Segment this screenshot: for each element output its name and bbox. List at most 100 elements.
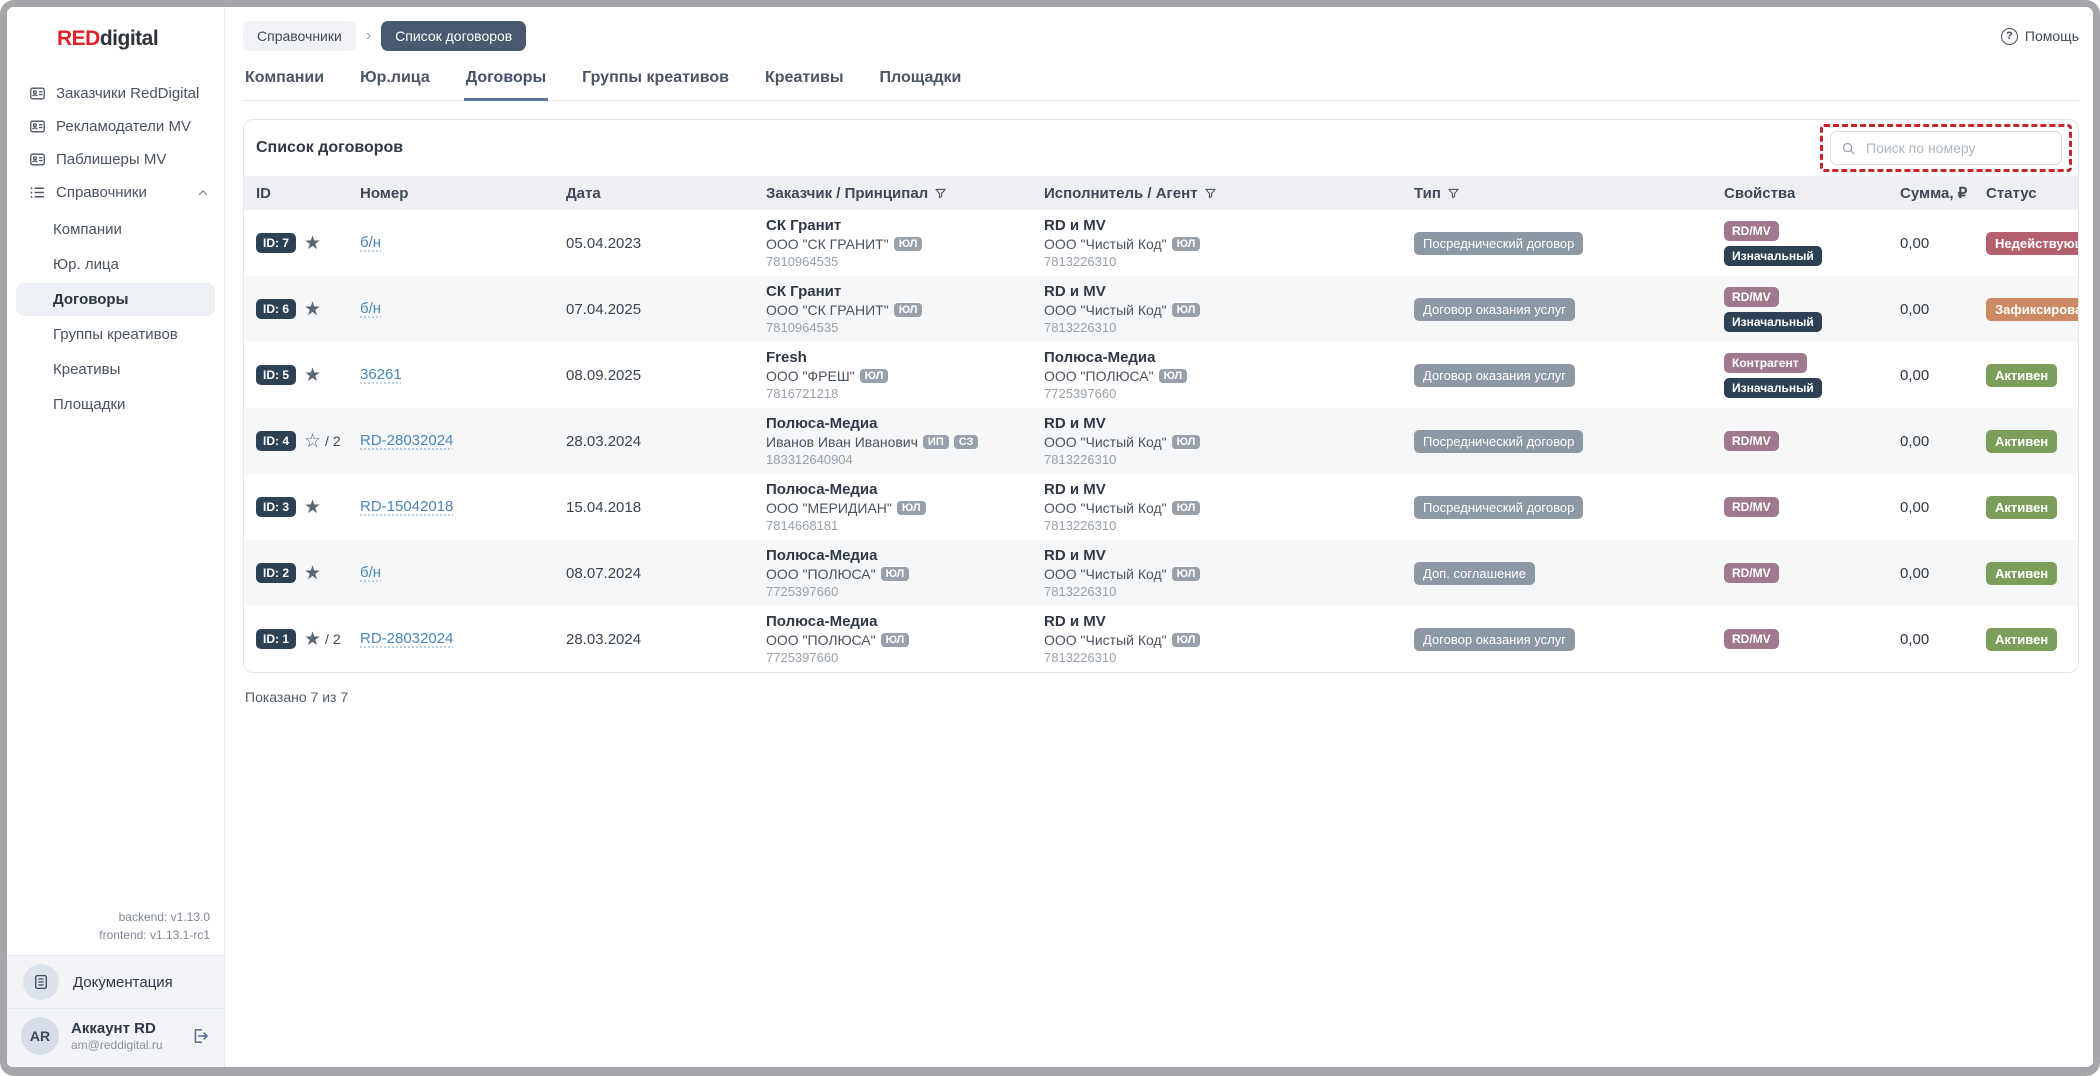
search-input[interactable] [1864,139,2051,157]
party-name: Fresh [766,349,1044,366]
contract-number-link[interactable]: RD-28032024 [360,432,453,449]
question-circle-icon: ? [2001,28,2018,45]
type-cell: Договор оказания услуг [1414,298,1724,321]
contract-number-link[interactable]: б/н [360,234,381,251]
table-row: ID: 7★б/н05.04.2023СК ГранитООО "СК ГРАН… [244,210,2078,276]
properties-cell: RD/MV [1724,629,1900,649]
party-entity: ООО "Чистый Код"ЮЛ [1044,434,1414,450]
breadcrumb-item-2[interactable]: Список договоров [381,21,526,51]
tab-3[interactable]: Договоры [464,63,548,100]
id-card-icon [29,151,46,168]
sidebar-item-3[interactable]: Паблишеры MV [7,143,224,176]
tab-2[interactable]: Юр.лица [358,63,432,100]
contract-date: 05.04.2023 [566,235,766,252]
favorite-star[interactable]: ★ [304,234,360,253]
contract-number-link[interactable]: RD-15042018 [360,498,453,515]
party-inn: 7725397660 [1044,386,1414,401]
app-window: REDdigital Заказчики RedDigitalРекламода… [0,0,2100,1076]
search-box[interactable] [1830,131,2062,165]
party-inn: 7725397660 [766,650,1044,665]
star-filled-icon: ★ [304,564,321,583]
status-badge: Активен [1986,496,2057,519]
entity-type-badge: СЗ [954,435,979,449]
help-button[interactable]: ? Помощь [2001,28,2079,45]
customer-cell: Полюса-МедиаООО "МЕРИДИАН"ЮЛ7814668181 [766,481,1044,533]
funnel-icon[interactable] [934,187,947,200]
party-entity: ООО "ПОЛЮСА"ЮЛ [766,632,1044,648]
customer-cell: Полюса-МедиаООО "ПОЛЮСА"ЮЛ7725397660 [766,547,1044,599]
sidebar-item-label: Справочники [56,184,147,201]
contract-sum: 0,00 [1900,631,1986,648]
contracts-card: Список договоров IDНомерДатаЗаказчик / П… [243,119,2079,673]
sidebar-subitem-4[interactable]: Группы креативов [16,318,215,351]
status-badge: Зафиксирован [1986,298,2079,321]
favorite-star[interactable]: ★ [304,498,360,517]
sidebar-item-label: Рекламодатели MV [56,118,191,135]
properties-cell: КонтрагентИзначальный [1724,353,1900,398]
party-inn: 7813226310 [1044,452,1414,467]
executor-cell: RD и MVООО "Чистый Код"ЮЛ7813226310 [1044,547,1414,599]
row-id-badge: ID: 5 [256,365,296,385]
property-chip: Изначальный [1724,246,1822,266]
favorite-star[interactable]: ★ [304,564,360,583]
party-name: RD и MV [1044,283,1414,300]
party-entity: ООО "Чистый Код"ЮЛ [1044,566,1414,582]
account-row[interactable]: AR Аккаунт RD am@reddigital.ru [7,1008,224,1067]
property-chip: RD/MV [1724,287,1779,307]
number-cell: RD-15042018 [360,498,566,516]
contract-date: 08.07.2024 [566,565,766,582]
status-cell: Активен [1986,562,2066,585]
tab-5[interactable]: Креативы [763,63,846,100]
party-entity: ООО "Чистый Код"ЮЛ [1044,500,1414,516]
favorite-star[interactable]: ★/ 2 [304,630,360,649]
chevron-up-icon [196,186,210,200]
properties-cell: RD/MV [1724,497,1900,517]
contract-number-link[interactable]: 36261 [360,366,402,383]
column-header-1: ID [256,185,304,202]
favorite-star[interactable]: ☆/ 2 [304,432,360,451]
row-id-badge: ID: 4 [256,431,296,451]
properties-cell: RD/MVИзначальный [1724,287,1900,332]
sidebar-subitem-1[interactable]: Компании [16,213,215,246]
table-body: ID: 7★б/н05.04.2023СК ГранитООО "СК ГРАН… [244,210,2078,672]
party-name: RD и MV [1044,481,1414,498]
party-inn: 183312640904 [766,452,1044,467]
table-header-row: IDНомерДатаЗаказчик / ПринципалИсполните… [244,176,2078,210]
sidebar-item-2[interactable]: Рекламодатели MV [7,110,224,143]
document-icon [23,964,59,1000]
breadcrumb-chevron-icon: › [366,27,371,45]
row-id-badge: ID: 2 [256,563,296,583]
tab-1[interactable]: Компании [243,63,326,100]
contract-number-link[interactable]: б/н [360,300,381,317]
party-inn: 7725397660 [766,584,1044,599]
id-card-icon [29,85,46,102]
contract-sum: 0,00 [1900,565,1986,582]
tab-4[interactable]: Группы креативов [580,63,731,100]
sidebar-item-4[interactable]: Справочники [7,176,224,209]
favorite-star[interactable]: ★ [304,300,360,319]
status-cell: Зафиксирован [1986,298,2079,321]
sidebar-subitem-6[interactable]: Площадки [16,388,215,421]
property-chip: Контрагент [1724,353,1807,373]
status-cell: Активен [1986,364,2066,387]
party-entity: ООО "МЕРИДИАН"ЮЛ [766,500,1044,516]
logout-icon[interactable] [190,1026,210,1046]
funnel-icon[interactable] [1447,187,1460,200]
sidebar-subitem-3[interactable]: Договоры [16,283,215,316]
contract-number-link[interactable]: б/н [360,564,381,581]
favorite-star[interactable]: ★ [304,366,360,385]
entity-type-badge: ЮЛ [1172,567,1201,581]
customer-cell: СК ГранитООО "СК ГРАНИТ"ЮЛ7810964535 [766,283,1044,335]
breadcrumb-item-1[interactable]: Справочники [243,21,356,51]
tab-6[interactable]: Площадки [878,63,964,100]
party-inn: 7813226310 [1044,584,1414,599]
documentation-link[interactable]: Документация [7,955,224,1008]
sidebar-item-1[interactable]: Заказчики RedDigital [7,77,224,110]
sidebar-subitem-2[interactable]: Юр. лица [16,248,215,281]
party-inn: 7813226310 [1044,650,1414,665]
funnel-icon[interactable] [1204,187,1217,200]
contract-number-link[interactable]: RD-28032024 [360,630,453,647]
party-entity: ООО "СК ГРАНИТ"ЮЛ [766,236,1044,252]
account-email: am@reddigital.ru [71,1038,163,1052]
sidebar-subitem-5[interactable]: Креативы [16,353,215,386]
